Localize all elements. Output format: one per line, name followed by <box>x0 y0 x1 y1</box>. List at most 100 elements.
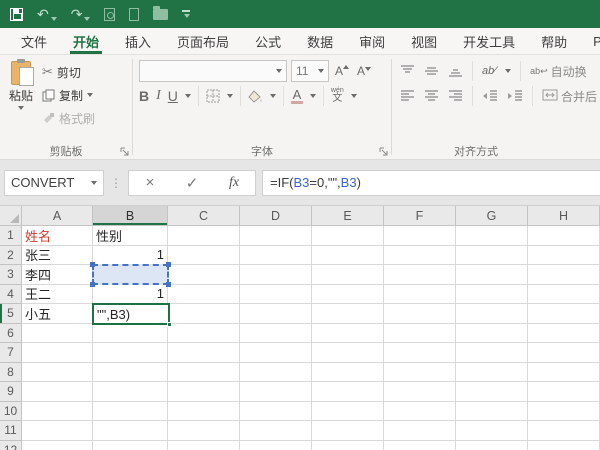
cell-H1[interactable] <box>528 226 600 246</box>
cell-D3[interactable] <box>240 265 312 285</box>
row-header-3[interactable]: 3 <box>0 265 22 285</box>
cell-E8[interactable] <box>312 363 384 383</box>
cell-D8[interactable] <box>240 363 312 383</box>
cell-H4[interactable] <box>528 285 600 305</box>
paste-dropdown-icon[interactable] <box>18 106 24 110</box>
increase-indent-icon[interactable] <box>507 90 523 102</box>
phonetic-guide-button[interactable]: wén 文 <box>331 88 344 104</box>
cut-button[interactable]: ✂ 剪切 <box>42 62 95 82</box>
reference-highlight-B3[interactable] <box>92 264 169 285</box>
row-header-11[interactable]: 11 <box>0 421 22 441</box>
cell-C3[interactable] <box>168 265 240 285</box>
cell-B8[interactable] <box>93 363 168 383</box>
column-header-G[interactable]: G <box>456 206 528 226</box>
font-dialog-launcher-icon[interactable] <box>379 147 388 156</box>
cancel-icon[interactable]: × <box>129 174 171 191</box>
cell-F11[interactable] <box>384 421 456 441</box>
cell-D11[interactable] <box>240 421 312 441</box>
cell-D6[interactable] <box>240 324 312 344</box>
redo-button[interactable]: ↷ <box>71 7 91 21</box>
name-box-dropdown-icon[interactable] <box>91 181 97 185</box>
cell-C9[interactable] <box>168 382 240 402</box>
row-header-8[interactable]: 8 <box>0 363 22 383</box>
cell-F10[interactable] <box>384 402 456 422</box>
font-size-dropdown-icon[interactable] <box>318 69 324 73</box>
row-header-2[interactable]: 2 <box>0 246 22 266</box>
cell-H8[interactable] <box>528 363 600 383</box>
reference-handle-icon[interactable] <box>166 282 171 287</box>
redo-dropdown-icon[interactable] <box>84 17 90 21</box>
row-header-4[interactable]: 4 <box>0 285 22 305</box>
cell-G4[interactable] <box>456 285 528 305</box>
cell-E9[interactable] <box>312 382 384 402</box>
align-top-icon[interactable] <box>400 65 415 77</box>
reference-handle-icon[interactable] <box>90 282 95 287</box>
enter-icon[interactable]: ✓ <box>171 174 213 192</box>
cell-D1[interactable] <box>240 226 312 246</box>
cell-G8[interactable] <box>456 363 528 383</box>
undo-dropdown-icon[interactable] <box>51 17 57 21</box>
cell-B6[interactable] <box>93 324 168 344</box>
cell-E4[interactable] <box>312 285 384 305</box>
shrink-font-button[interactable]: A <box>355 64 373 78</box>
new-file-icon[interactable] <box>129 8 139 21</box>
cell-H3[interactable] <box>528 265 600 285</box>
cell-H5[interactable] <box>528 304 600 324</box>
select-all-corner[interactable] <box>0 206 22 226</box>
borders-button[interactable] <box>206 89 220 103</box>
cell-G1[interactable] <box>456 226 528 246</box>
font-color-button[interactable]: A <box>291 89 303 104</box>
underline-dropdown-icon[interactable] <box>185 94 191 98</box>
align-left-icon[interactable] <box>400 90 415 102</box>
edit-cell-B5[interactable]: "",B3) <box>92 303 170 325</box>
fill-color-button[interactable] <box>248 90 263 103</box>
tab-view[interactable]: 视图 <box>398 28 450 54</box>
format-painter-button[interactable]: 格式刷 <box>42 108 95 128</box>
row-header-7[interactable]: 7 <box>0 343 22 363</box>
insert-function-icon[interactable]: fx <box>213 175 255 191</box>
column-header-C[interactable]: C <box>168 206 240 226</box>
cell-E10[interactable] <box>312 402 384 422</box>
cell-E3[interactable] <box>312 265 384 285</box>
paste-button[interactable]: 粘贴 <box>0 59 42 110</box>
save-icon[interactable] <box>10 8 23 21</box>
cell-B2[interactable]: 1 <box>93 246 168 266</box>
row-header-6[interactable]: 6 <box>0 324 22 344</box>
cell-B4[interactable]: 1 <box>93 285 168 305</box>
cell-A1[interactable]: 姓名 <box>22 226 93 246</box>
cell-D4[interactable] <box>240 285 312 305</box>
column-header-D[interactable]: D <box>240 206 312 226</box>
row-header-5[interactable]: 5 <box>0 304 22 324</box>
tab-truncated[interactable]: P <box>580 28 600 54</box>
cell-E11[interactable] <box>312 421 384 441</box>
cell-H2[interactable] <box>528 246 600 266</box>
cell-C8[interactable] <box>168 363 240 383</box>
cell-G11[interactable] <box>456 421 528 441</box>
cell-C7[interactable] <box>168 343 240 363</box>
undo-button[interactable]: ↶ <box>37 7 57 21</box>
print-preview-icon[interactable] <box>104 8 115 21</box>
cell-E6[interactable] <box>312 324 384 344</box>
cell-A6[interactable] <box>22 324 93 344</box>
font-size-combo[interactable]: 11 <box>291 60 329 82</box>
tab-formulas[interactable]: 公式 <box>242 28 294 54</box>
cell-H6[interactable] <box>528 324 600 344</box>
cell-G3[interactable] <box>456 265 528 285</box>
cell-A11[interactable] <box>22 421 93 441</box>
cell-C12[interactable] <box>168 441 240 450</box>
cell-H10[interactable] <box>528 402 600 422</box>
cell-A3[interactable]: 李四 <box>22 265 93 285</box>
cell-B9[interactable] <box>93 382 168 402</box>
cell-A12[interactable] <box>22 441 93 450</box>
cell-G12[interactable] <box>456 441 528 450</box>
cell-F2[interactable] <box>384 246 456 266</box>
cell-E5[interactable] <box>312 304 384 324</box>
copy-button[interactable]: 复制 <box>42 85 95 105</box>
font-color-dropdown-icon[interactable] <box>310 94 316 98</box>
align-right-icon[interactable] <box>448 90 463 102</box>
formula-bar-resize-handle[interactable]: ⋮ <box>110 176 122 190</box>
cell-G6[interactable] <box>456 324 528 344</box>
cell-F9[interactable] <box>384 382 456 402</box>
copy-dropdown-icon[interactable] <box>87 93 93 97</box>
cell-C1[interactable] <box>168 226 240 246</box>
